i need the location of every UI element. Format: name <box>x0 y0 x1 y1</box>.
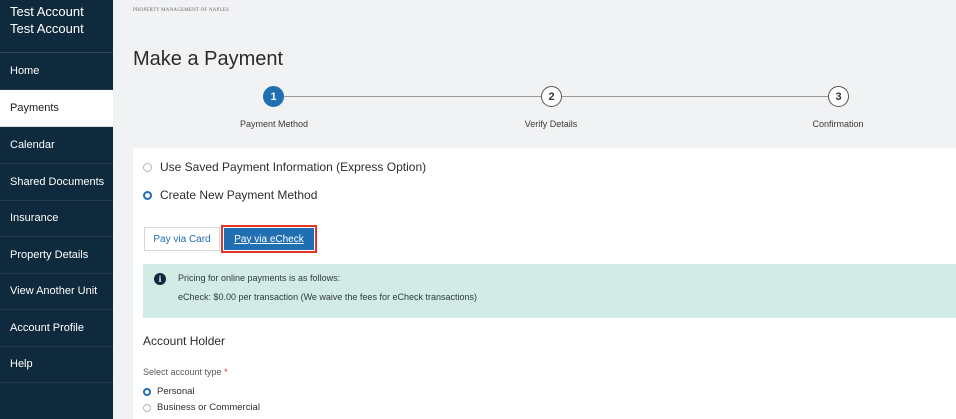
account-name: Test Account <box>10 4 84 19</box>
radio-new-payment[interactable] <box>143 190 152 200</box>
account-subname: Test Account <box>10 21 84 36</box>
radio-personal[interactable] <box>143 387 151 396</box>
pay-via-card-button[interactable]: Pay via Card <box>144 227 220 251</box>
account-type-label: Select account type * <box>143 367 228 377</box>
stepper-connector-2 <box>562 96 828 97</box>
payment-method-card: Use Saved Payment Information (Express O… <box>133 148 956 419</box>
step-1-indicator: 1 <box>263 86 284 107</box>
sidebar-item-view-another-unit[interactable]: View Another Unit <box>0 273 113 310</box>
account-type-personal-label: Personal <box>157 386 195 397</box>
pay-via-echeck-button[interactable]: Pay via eCheck <box>224 228 314 250</box>
option-new-payment[interactable]: Create New Payment Method <box>143 188 317 202</box>
account-type-business[interactable]: Business or Commercial <box>143 402 260 413</box>
sidebar-item-home[interactable]: Home <box>0 53 113 90</box>
info-icon: i <box>154 273 166 285</box>
step-2-indicator: 2 <box>541 86 562 107</box>
account-holder-title: Account Holder <box>143 334 226 348</box>
pricing-info-line-2: eCheck: $0.00 per transaction (We waive … <box>178 292 477 302</box>
required-marker: * <box>224 367 228 377</box>
pricing-info-line-1: Pricing for online payments is as follow… <box>178 273 341 283</box>
main-content: PROPERTY MANAGEMENT OF NAPLES Make a Pay… <box>113 0 956 419</box>
pricing-info-box: i Pricing for online payments is as foll… <box>143 264 956 318</box>
page-title: Make a Payment <box>133 48 284 70</box>
sidebar-item-account-profile[interactable]: Account Profile <box>0 310 113 347</box>
account-type-label-text: Select account type <box>143 367 222 377</box>
sidebar-item-property-details[interactable]: Property Details <box>0 237 113 274</box>
step-2-label: Verify Details <box>524 119 578 129</box>
sidebar: Test Account Test Account Home Payments … <box>0 0 113 419</box>
sidebar-item-help[interactable]: Help <box>0 346 113 383</box>
step-1-label: Payment Method <box>239 119 309 129</box>
sidebar-item-insurance[interactable]: Insurance <box>0 200 113 237</box>
option-saved-payment[interactable]: Use Saved Payment Information (Express O… <box>143 160 426 174</box>
option-saved-payment-label: Use Saved Payment Information (Express O… <box>160 160 427 174</box>
step-3-indicator: 3 <box>828 86 849 107</box>
sidebar-item-shared-documents[interactable]: Shared Documents <box>0 164 113 201</box>
option-new-payment-label: Create New Payment Method <box>160 188 318 202</box>
account-type-business-label: Business or Commercial <box>157 402 260 413</box>
radio-saved-payment[interactable] <box>143 162 152 172</box>
radio-business[interactable] <box>143 403 151 412</box>
sidebar-item-payments[interactable]: Payments <box>0 90 113 127</box>
stepper-connector-1 <box>284 96 541 97</box>
account-type-personal[interactable]: Personal <box>143 386 195 397</box>
sidebar-item-calendar[interactable]: Calendar <box>0 127 113 164</box>
step-3-label: Confirmation <box>812 119 864 129</box>
brand-logo-text: PROPERTY MANAGEMENT OF NAPLES <box>133 8 229 13</box>
